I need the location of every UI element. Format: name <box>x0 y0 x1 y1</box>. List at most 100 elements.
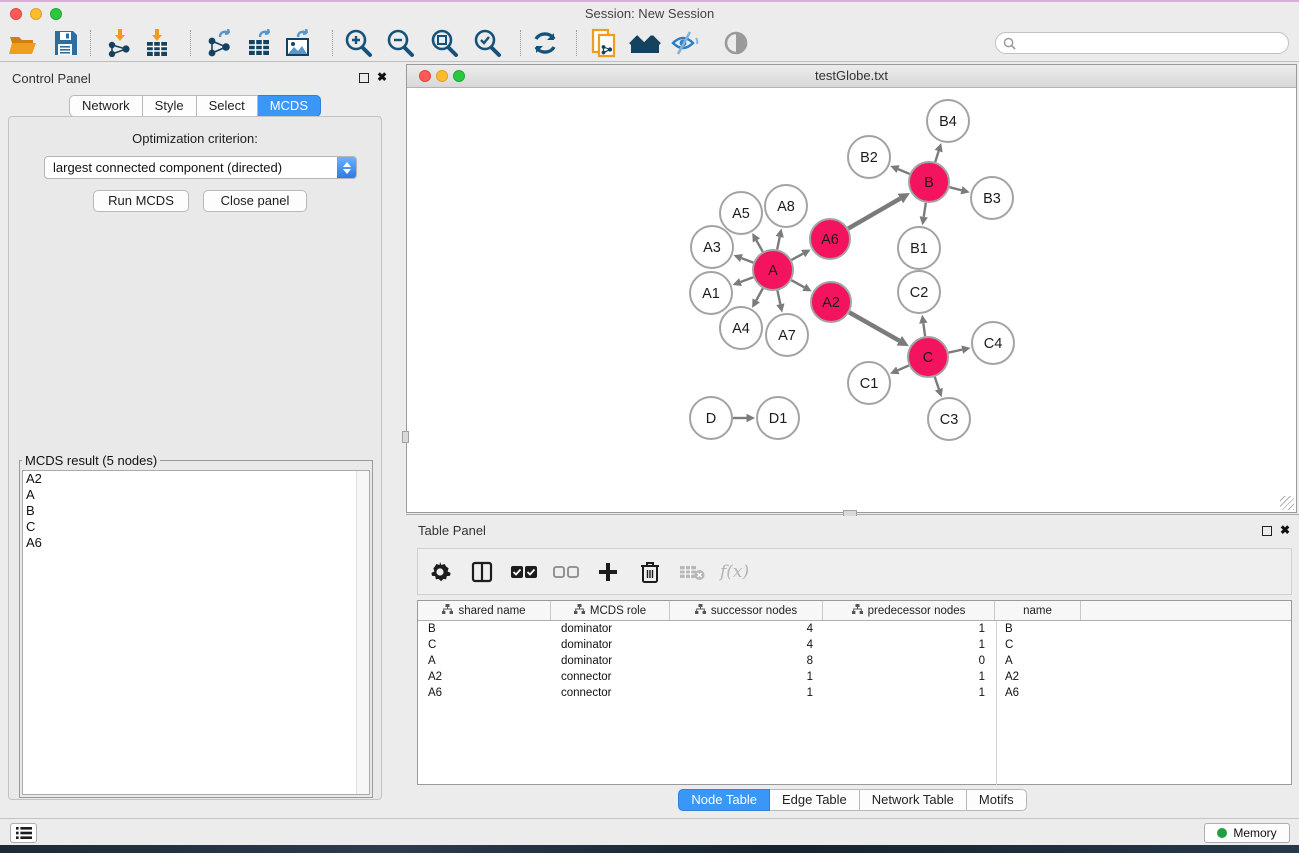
table-row[interactable]: A6connector11A6 <box>418 685 1291 701</box>
float-table-panel-icon[interactable] <box>1262 526 1272 536</box>
tree-hierarchy-icon <box>852 604 863 618</box>
graph-node-A3[interactable]: A3 <box>691 226 733 268</box>
svg-text:C4: C4 <box>984 336 1003 352</box>
float-panel-icon[interactable] <box>359 73 369 83</box>
svg-text:A3: A3 <box>703 240 721 256</box>
graph-node-C[interactable]: C <box>908 337 948 377</box>
tab-mcds[interactable]: MCDS <box>258 95 321 117</box>
table-toolbar: f(x) <box>417 548 1292 595</box>
deselect-all-rows-icon[interactable] <box>552 558 580 586</box>
window-minimize-button[interactable] <box>30 8 42 20</box>
mcds-result-item[interactable]: B <box>23 503 369 519</box>
graph-node-B2[interactable]: B2 <box>848 136 890 178</box>
graph-node-C3[interactable]: C3 <box>928 398 970 440</box>
export-image-icon[interactable] <box>281 28 315 58</box>
copy-network-style-icon[interactable] <box>588 28 622 58</box>
network-canvas[interactable]: B4 B2 B B3 A5 A8 A6 A3 B1 A A1 C2 A2 A4A7 C C4 C1 C3 D D1 <box>407 89 1296 512</box>
export-network-icon[interactable] <box>203 28 237 58</box>
import-table-icon[interactable] <box>140 28 174 58</box>
graph-node-A2[interactable]: A2 <box>811 282 851 322</box>
run-mcds-button[interactable]: Run MCDS <box>93 190 189 212</box>
tab-style[interactable]: Style <box>143 95 197 117</box>
graph-node-B[interactable]: B <box>909 162 949 202</box>
zoom-in-icon[interactable] <box>341 28 375 58</box>
graph-node-C2[interactable]: C2 <box>898 271 940 313</box>
graph-node-A5[interactable]: A5 <box>720 192 762 234</box>
close-table-panel-icon[interactable]: ✖ <box>1280 523 1290 537</box>
create-column-icon[interactable] <box>594 558 622 586</box>
svg-text:C1: C1 <box>860 376 879 392</box>
save-session-icon[interactable] <box>48 28 82 58</box>
hide-graphics-details-icon[interactable] <box>668 28 702 58</box>
network-close-button[interactable] <box>419 70 431 82</box>
graph-node-A8[interactable]: A8 <box>765 185 807 227</box>
window-close-button[interactable] <box>10 8 22 20</box>
graph-node-A[interactable]: A <box>753 250 793 290</box>
birds-eye-view-icon[interactable] <box>628 28 662 58</box>
mcds-result-item[interactable]: A <box>23 487 369 503</box>
graph-node-D1[interactable]: D1 <box>757 397 799 439</box>
tab-network-table[interactable]: Network Table <box>860 789 967 811</box>
window-resize-grip[interactable] <box>1280 496 1294 510</box>
select-all-rows-icon[interactable] <box>510 558 538 586</box>
tab-edge-table[interactable]: Edge Table <box>770 789 860 811</box>
mcds-result-item[interactable]: C <box>23 519 369 535</box>
graph-node-B4[interactable]: B4 <box>927 100 969 142</box>
graph-node-A1[interactable]: A1 <box>690 272 732 314</box>
table-row[interactable]: A2connector11A2 <box>418 669 1291 685</box>
graph-node-C1[interactable]: C1 <box>848 362 890 404</box>
criterion-dropdown-value: largest connected component (directed) <box>45 160 337 175</box>
export-table-icon[interactable] <box>243 28 277 58</box>
graph-node-B1[interactable]: B1 <box>898 227 940 269</box>
table-row[interactable]: Cdominator41C <box>418 637 1291 653</box>
open-session-icon[interactable] <box>6 28 40 58</box>
close-panel-button[interactable]: Close panel <box>203 190 307 212</box>
column-header-predecessor-nodes[interactable]: predecessor nodes <box>823 601 995 620</box>
vertical-splitter-handle[interactable] <box>402 431 409 443</box>
column-header-shared-name[interactable]: shared name <box>418 601 551 620</box>
task-history-button[interactable] <box>10 823 37 843</box>
mcds-list-scrollbar[interactable] <box>356 471 369 794</box>
table-row[interactable]: Bdominator41B <box>418 621 1291 637</box>
delete-column-icon[interactable] <box>636 558 664 586</box>
close-panel-icon[interactable]: ✖ <box>377 70 387 84</box>
graph-node-A6[interactable]: A6 <box>810 219 850 259</box>
column-header-successor-nodes[interactable]: successor nodes <box>670 601 823 620</box>
edge-arrowhead <box>961 346 970 354</box>
tab-select[interactable]: Select <box>197 95 258 117</box>
column-header-MCDS-role[interactable]: MCDS role <box>551 601 670 620</box>
network-minimize-button[interactable] <box>436 70 448 82</box>
graph-node-A4[interactable]: A4 <box>720 307 762 349</box>
network-zoom-button[interactable] <box>453 70 465 82</box>
graph-node-B3[interactable]: B3 <box>971 177 1013 219</box>
window-zoom-button[interactable] <box>50 8 62 20</box>
zoom-out-icon[interactable] <box>383 28 417 58</box>
tab-node-table[interactable]: Node Table <box>678 789 770 811</box>
memory-button[interactable]: Memory <box>1204 823 1290 843</box>
svg-text:A8: A8 <box>777 199 795 215</box>
show-columns-icon[interactable] <box>468 558 496 586</box>
criterion-dropdown[interactable]: largest connected component (directed) <box>44 156 357 179</box>
control-panel-title: Control Panel <box>12 71 91 86</box>
tab-motifs[interactable]: Motifs <box>967 789 1027 811</box>
table-row[interactable]: Adominator80A <box>418 653 1291 669</box>
mcds-result-item[interactable]: A6 <box>23 535 369 551</box>
table-settings-gear-icon[interactable] <box>426 558 454 586</box>
column-header-name[interactable]: name <box>995 601 1081 620</box>
graph-edge-C-C4 <box>949 350 963 353</box>
zoom-fit-icon[interactable] <box>427 28 461 58</box>
import-network-icon[interactable] <box>103 28 137 58</box>
edge-arrowhead <box>747 414 756 422</box>
graph-node-A7[interactable]: A7 <box>766 314 808 356</box>
tab-network[interactable]: Network <box>69 95 143 117</box>
mcds-result-item[interactable]: A2 <box>23 471 369 487</box>
show-graphics-details-icon[interactable] <box>719 28 753 58</box>
list-icon <box>16 826 32 840</box>
refresh-icon[interactable] <box>528 28 562 58</box>
search-input[interactable] <box>1020 36 1288 50</box>
graph-edge-A-A4 <box>756 288 763 300</box>
svg-text:B: B <box>924 175 934 191</box>
graph-node-D[interactable]: D <box>690 397 732 439</box>
graph-node-C4[interactable]: C4 <box>972 322 1014 364</box>
zoom-selected-icon[interactable] <box>470 28 504 58</box>
